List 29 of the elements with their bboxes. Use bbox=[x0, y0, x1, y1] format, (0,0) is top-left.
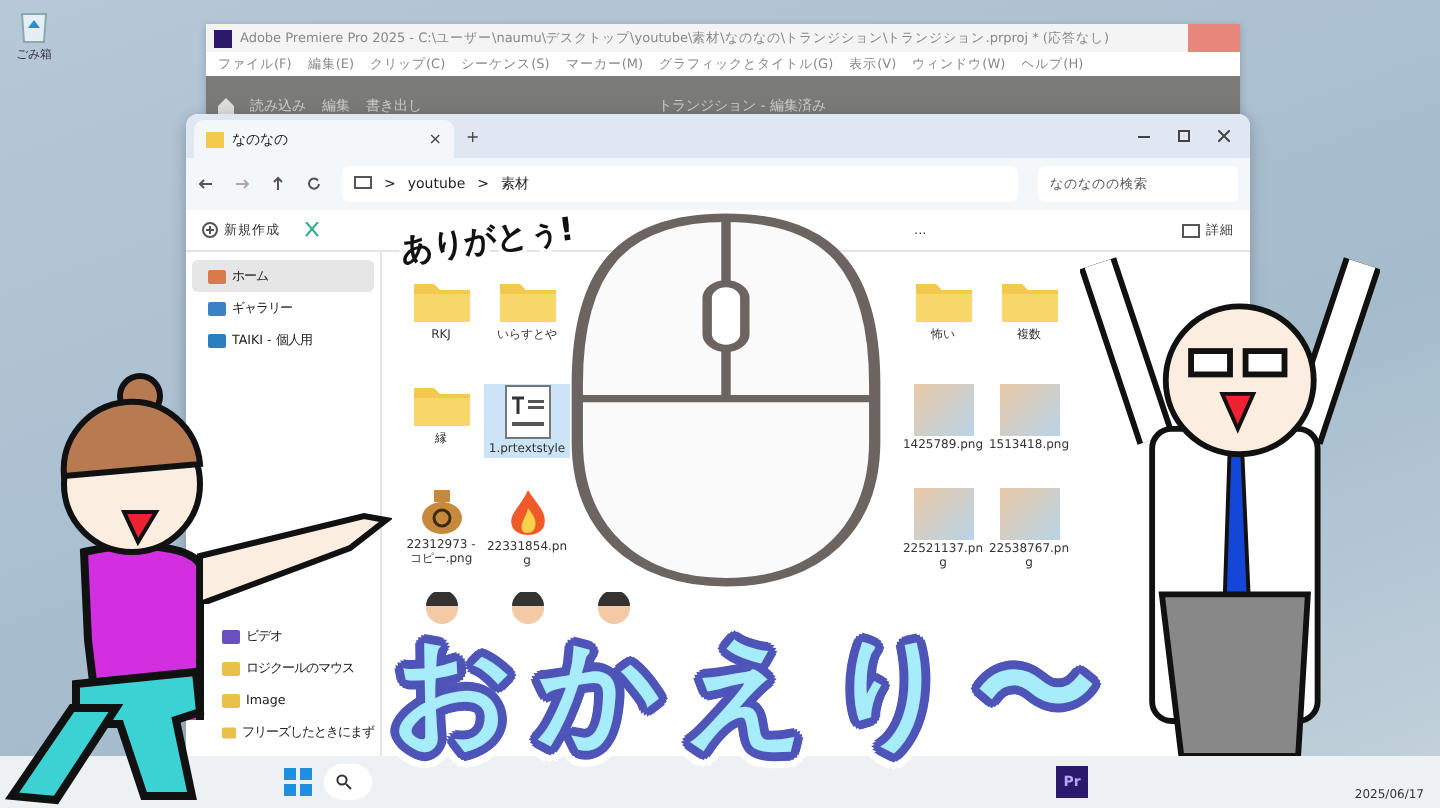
thumbnail-image bbox=[999, 384, 1059, 436]
maximize-icon[interactable] bbox=[1178, 130, 1190, 142]
taskbar-search[interactable] bbox=[324, 764, 372, 800]
fire-icon bbox=[507, 488, 547, 538]
back-arrow-icon[interactable] bbox=[198, 176, 214, 192]
person-icon bbox=[425, 592, 457, 624]
monitor-icon bbox=[354, 176, 372, 192]
person-icon bbox=[511, 592, 543, 624]
person-icon bbox=[597, 592, 629, 624]
tab-close-glyph[interactable]: × bbox=[428, 130, 442, 148]
thumbnail-image bbox=[913, 384, 973, 436]
thumbnail-image bbox=[999, 488, 1059, 540]
recycle-bin-icon[interactable] bbox=[18, 8, 50, 44]
up-arrow-icon[interactable] bbox=[270, 176, 286, 192]
thumbnail-image bbox=[913, 488, 973, 540]
new-tab-glyph[interactable]: + bbox=[466, 127, 480, 145]
scissors-icon[interactable] bbox=[304, 222, 320, 238]
text-document-icon bbox=[503, 384, 551, 440]
windows-start-icon[interactable] bbox=[284, 768, 312, 796]
thanks-caption: ありがとぅ! bbox=[398, 209, 577, 273]
welcome-back-caption: おかえり〜 bbox=[392, 632, 1120, 752]
details-pane-icon bbox=[1182, 223, 1200, 237]
add-icon bbox=[202, 222, 218, 238]
money-bag-icon bbox=[419, 488, 463, 536]
search-icon bbox=[336, 774, 352, 790]
premiere-logo-icon bbox=[214, 29, 232, 47]
minimize-icon[interactable] bbox=[1138, 130, 1150, 142]
refresh-icon[interactable] bbox=[306, 176, 322, 192]
close-icon[interactable] bbox=[1218, 130, 1230, 142]
